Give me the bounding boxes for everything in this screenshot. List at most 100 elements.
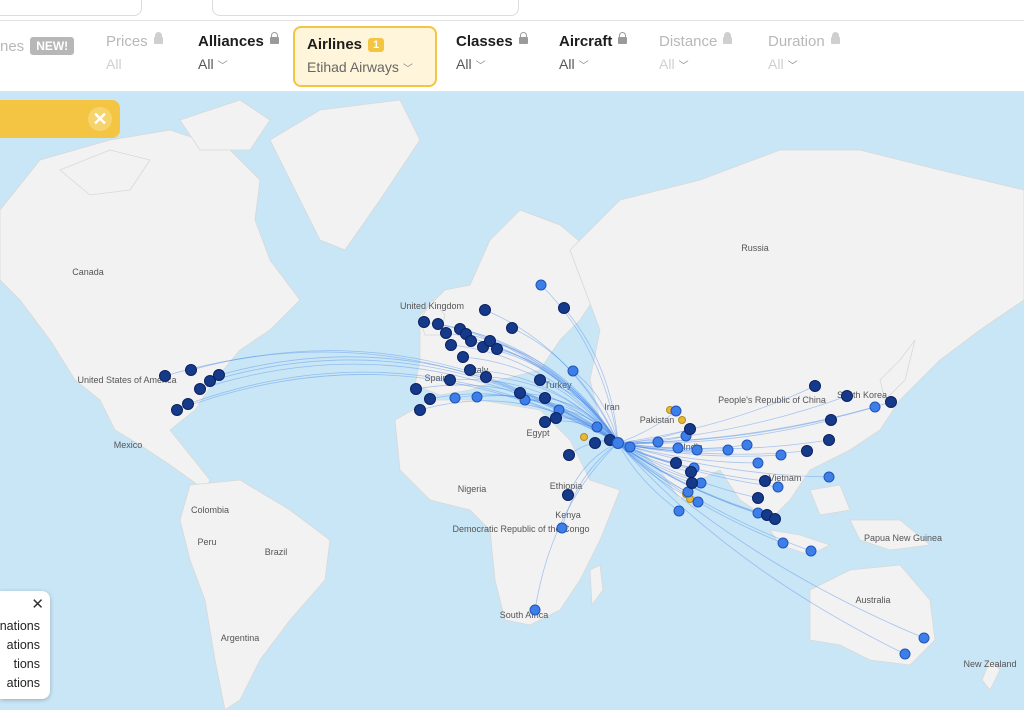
airport-dot[interactable] — [885, 396, 897, 408]
airport-dot[interactable] — [741, 439, 753, 451]
airport-dot[interactable] — [414, 404, 426, 416]
airport-dot[interactable] — [899, 648, 911, 660]
airport-dot[interactable] — [558, 302, 570, 314]
filter-prices-label: Prices — [106, 33, 148, 50]
country-label: New Zealand — [963, 659, 1016, 669]
airport-dot[interactable] — [432, 318, 444, 330]
filter-classes[interactable]: Classes All ﹀ — [456, 32, 528, 72]
country-label: Brazil — [265, 547, 288, 557]
chevron-down-icon: ﹀ — [678, 60, 689, 72]
filter-airlines[interactable]: Airlines 1 Etihad Airways ﹀ — [293, 26, 437, 87]
legend-panel: ✕ nations ations tions ations — [0, 591, 50, 699]
airport-dot[interactable] — [752, 492, 764, 504]
airport-dot[interactable] — [550, 412, 562, 424]
airport-dot[interactable] — [752, 457, 764, 469]
airport-dot-minor[interactable] — [678, 416, 686, 424]
airport-dot[interactable] — [801, 445, 813, 457]
airport-dot[interactable] — [171, 404, 183, 416]
airport-dot[interactable] — [471, 391, 483, 403]
airport-dot[interactable] — [440, 327, 452, 339]
filter-distance[interactable]: Distance All ﹀ — [659, 32, 733, 72]
airport-dot[interactable] — [673, 505, 685, 517]
airport-dot[interactable] — [769, 513, 781, 525]
airport-dot[interactable] — [670, 405, 682, 417]
airport-dot[interactable] — [686, 477, 698, 489]
filter-prices-value: All — [106, 56, 122, 72]
airport-dot[interactable] — [449, 392, 461, 404]
country-label: Peru — [197, 537, 216, 547]
legend-row: tions — [13, 657, 40, 671]
airport-dot[interactable] — [424, 393, 436, 405]
airport-dot[interactable] — [691, 444, 703, 456]
filter-classes-label: Classes — [456, 33, 513, 50]
filter-duration-value: All — [768, 56, 784, 72]
airport-dot[interactable] — [479, 304, 491, 316]
airport-dot[interactable] — [539, 416, 551, 428]
legend-row: ations — [6, 676, 40, 690]
search-field-origin[interactable] — [0, 0, 142, 16]
airport-dot[interactable] — [159, 370, 171, 382]
filter-alliances[interactable]: Alliances All ﹀ — [198, 32, 279, 72]
airport-dot[interactable] — [444, 374, 456, 386]
airport-dot[interactable] — [805, 545, 817, 557]
airport-dot[interactable] — [491, 343, 503, 355]
airport-dot[interactable] — [457, 351, 469, 363]
airport-dot[interactable] — [869, 401, 881, 413]
route-map[interactable]: CanadaUnited States of AmericaMexicoColo… — [0, 92, 1024, 710]
country-label: Kenya — [555, 510, 581, 520]
airport-dot[interactable] — [589, 437, 601, 449]
airport-dot[interactable] — [775, 449, 787, 461]
airport-dot[interactable] — [567, 365, 579, 377]
airport-dot[interactable] — [652, 436, 664, 448]
close-icon[interactable]: ✕ — [88, 107, 112, 131]
country-label: Vietnam — [769, 473, 802, 483]
close-icon[interactable]: ✕ — [31, 595, 44, 613]
filter-alliances-value: All — [198, 56, 214, 72]
airport-dot-minor[interactable] — [580, 433, 588, 441]
hub-dot[interactable] — [612, 437, 624, 449]
airport-dot[interactable] — [823, 471, 835, 483]
airport-dot[interactable] — [529, 604, 541, 616]
airport-dot[interactable] — [535, 279, 547, 291]
airport-dot[interactable] — [670, 457, 682, 469]
filter-aircraft[interactable]: Aircraft All ﹀ — [559, 32, 628, 72]
search-field-destination[interactable] — [212, 0, 519, 16]
airport-dot[interactable] — [591, 421, 603, 433]
airport-dot[interactable] — [823, 434, 835, 446]
airport-dot[interactable] — [777, 537, 789, 549]
airport-dot[interactable] — [809, 380, 821, 392]
airport-dot[interactable] — [562, 489, 574, 501]
airport-dot[interactable] — [465, 335, 477, 347]
airport-dot[interactable] — [772, 481, 784, 493]
airport-dot[interactable] — [418, 316, 430, 328]
airport-dot[interactable] — [182, 398, 194, 410]
airport-dot[interactable] — [464, 364, 476, 376]
filter-prices[interactable]: Prices All — [106, 32, 163, 72]
airport-dot[interactable] — [684, 423, 696, 435]
airport-dot[interactable] — [722, 444, 734, 456]
airport-dot[interactable] — [185, 364, 197, 376]
airport-dot[interactable] — [410, 383, 422, 395]
airport-dot[interactable] — [672, 442, 684, 454]
airport-dot[interactable] — [514, 387, 526, 399]
airport-dot[interactable] — [534, 374, 546, 386]
airport-dot[interactable] — [692, 496, 704, 508]
airport-dot[interactable] — [539, 392, 551, 404]
airport-dot[interactable] — [563, 449, 575, 461]
airport-dot[interactable] — [624, 441, 636, 453]
filter-duration[interactable]: Duration All ﹀ — [768, 32, 840, 72]
airport-dot[interactable] — [685, 466, 697, 478]
airport-dot[interactable] — [194, 383, 206, 395]
airport-dot[interactable] — [918, 632, 930, 644]
airport-dot[interactable] — [759, 475, 771, 487]
filter-partial[interactable]: nes NEW! — [0, 37, 75, 55]
lock-icon — [830, 32, 840, 44]
airport-dot[interactable] — [825, 414, 837, 426]
airport-dot[interactable] — [480, 371, 492, 383]
airport-dot[interactable] — [213, 369, 225, 381]
airport-dot[interactable] — [841, 390, 853, 402]
airport-dot[interactable] — [506, 322, 518, 334]
airport-dot[interactable] — [556, 522, 568, 534]
airport-dot[interactable] — [445, 339, 457, 351]
filter-airlines-value: Etihad Airways — [307, 59, 399, 75]
